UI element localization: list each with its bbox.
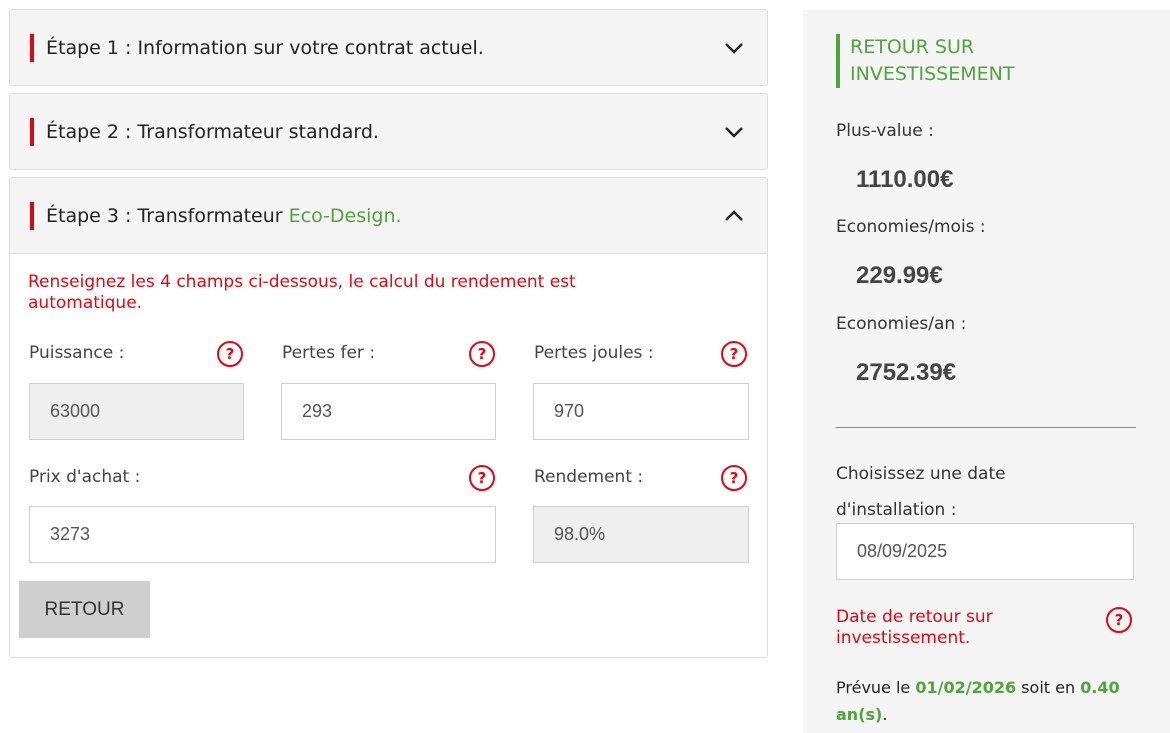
step-3-title-highlight: Eco-Design. [288,204,402,227]
step-3-title: Étape 3 : Transformateur Eco-Design. [46,205,402,227]
pertes-joules-help-icon[interactable]: ? [721,341,747,367]
eco-mois-amount: 229.99€ [856,262,943,289]
chevron-down-icon[interactable] [723,121,745,143]
pertes-joules-input[interactable]: 970 [533,383,749,440]
divider [836,427,1136,428]
step-1-header[interactable]: Étape 1 : Information sur votre contrat … [10,10,767,85]
step-1-title: Étape 1 : Information sur votre contrat … [46,36,484,59]
chevron-up-icon[interactable] [723,205,745,227]
pertes-fer-input[interactable]: 293 [281,383,496,440]
prix-achat-help-icon[interactable]: ? [469,465,495,491]
chevron-down-icon[interactable] [723,37,745,59]
step-marker [30,201,34,230]
pertes-joules-label: Pertes joules : [534,343,654,363]
puissance-help-icon[interactable]: ? [217,341,243,367]
eco-mois-label: Economies/mois : [836,217,986,237]
rendement-label: Rendement : [534,467,644,487]
eco-an-label: Economies/an : [836,314,967,334]
puissance-label: Puissance : [29,343,125,363]
eco-an-amount: 2752.39€ [856,359,957,386]
install-date-label: Choisissez une date d'installation : [836,464,1006,520]
step-marker [30,117,34,146]
step-2-panel: Étape 2 : Transformateur standard. [9,93,768,170]
step-3-instructions: Renseignez les 4 champs ci-dessous, le c… [28,272,576,313]
roi-prediction: Prévue le 01/02/2026 soit en 0.40 an(s). [836,674,1126,728]
prix-achat-label: Prix d'achat : [29,467,141,487]
roi-title: RETOUR SUR INVESTISSEMENT [836,34,1070,88]
step-3-header[interactable]: Étape 3 : Transformateur Eco-Design. [10,178,767,253]
step-marker [30,33,34,62]
pred-suffix: . [882,705,888,724]
pertes-fer-label: Pertes fer : [282,343,376,363]
pred-mid: soit en [1016,678,1081,697]
rendement-output: 98.0% [533,506,749,563]
step-2-title: Étape 2 : Transformateur standard. [46,120,379,143]
step-3-title-prefix: Étape 3 : Transformateur [46,204,289,227]
roi-help-icon[interactable]: ? [1106,607,1132,633]
install-date-input[interactable]: 08/09/2025 [836,523,1134,580]
roi-sidebar: RETOUR SUR INVESTISSEMENT Plus-value : 1… [803,10,1170,733]
plus-value-amount: 1110.00€ [856,166,954,193]
step-1-panel: Étape 1 : Information sur votre contrat … [9,9,768,86]
roi-date-label: Date de retour sur investissement. [836,607,993,648]
back-button[interactable]: RETOUR [19,581,150,638]
step-2-header[interactable]: Étape 2 : Transformateur standard. [10,94,767,169]
pred-date: 01/02/2026 [915,678,1017,697]
puissance-input[interactable]: 63000 [29,383,244,440]
plus-value-label: Plus-value : [836,121,934,141]
prix-achat-input[interactable]: 3273 [29,506,496,563]
pertes-fer-help-icon[interactable]: ? [469,341,495,367]
pred-prefix: Prévue le [836,678,916,697]
rendement-help-icon[interactable]: ? [721,465,747,491]
steps-accordion: Étape 1 : Information sur votre contrat … [9,9,768,665]
